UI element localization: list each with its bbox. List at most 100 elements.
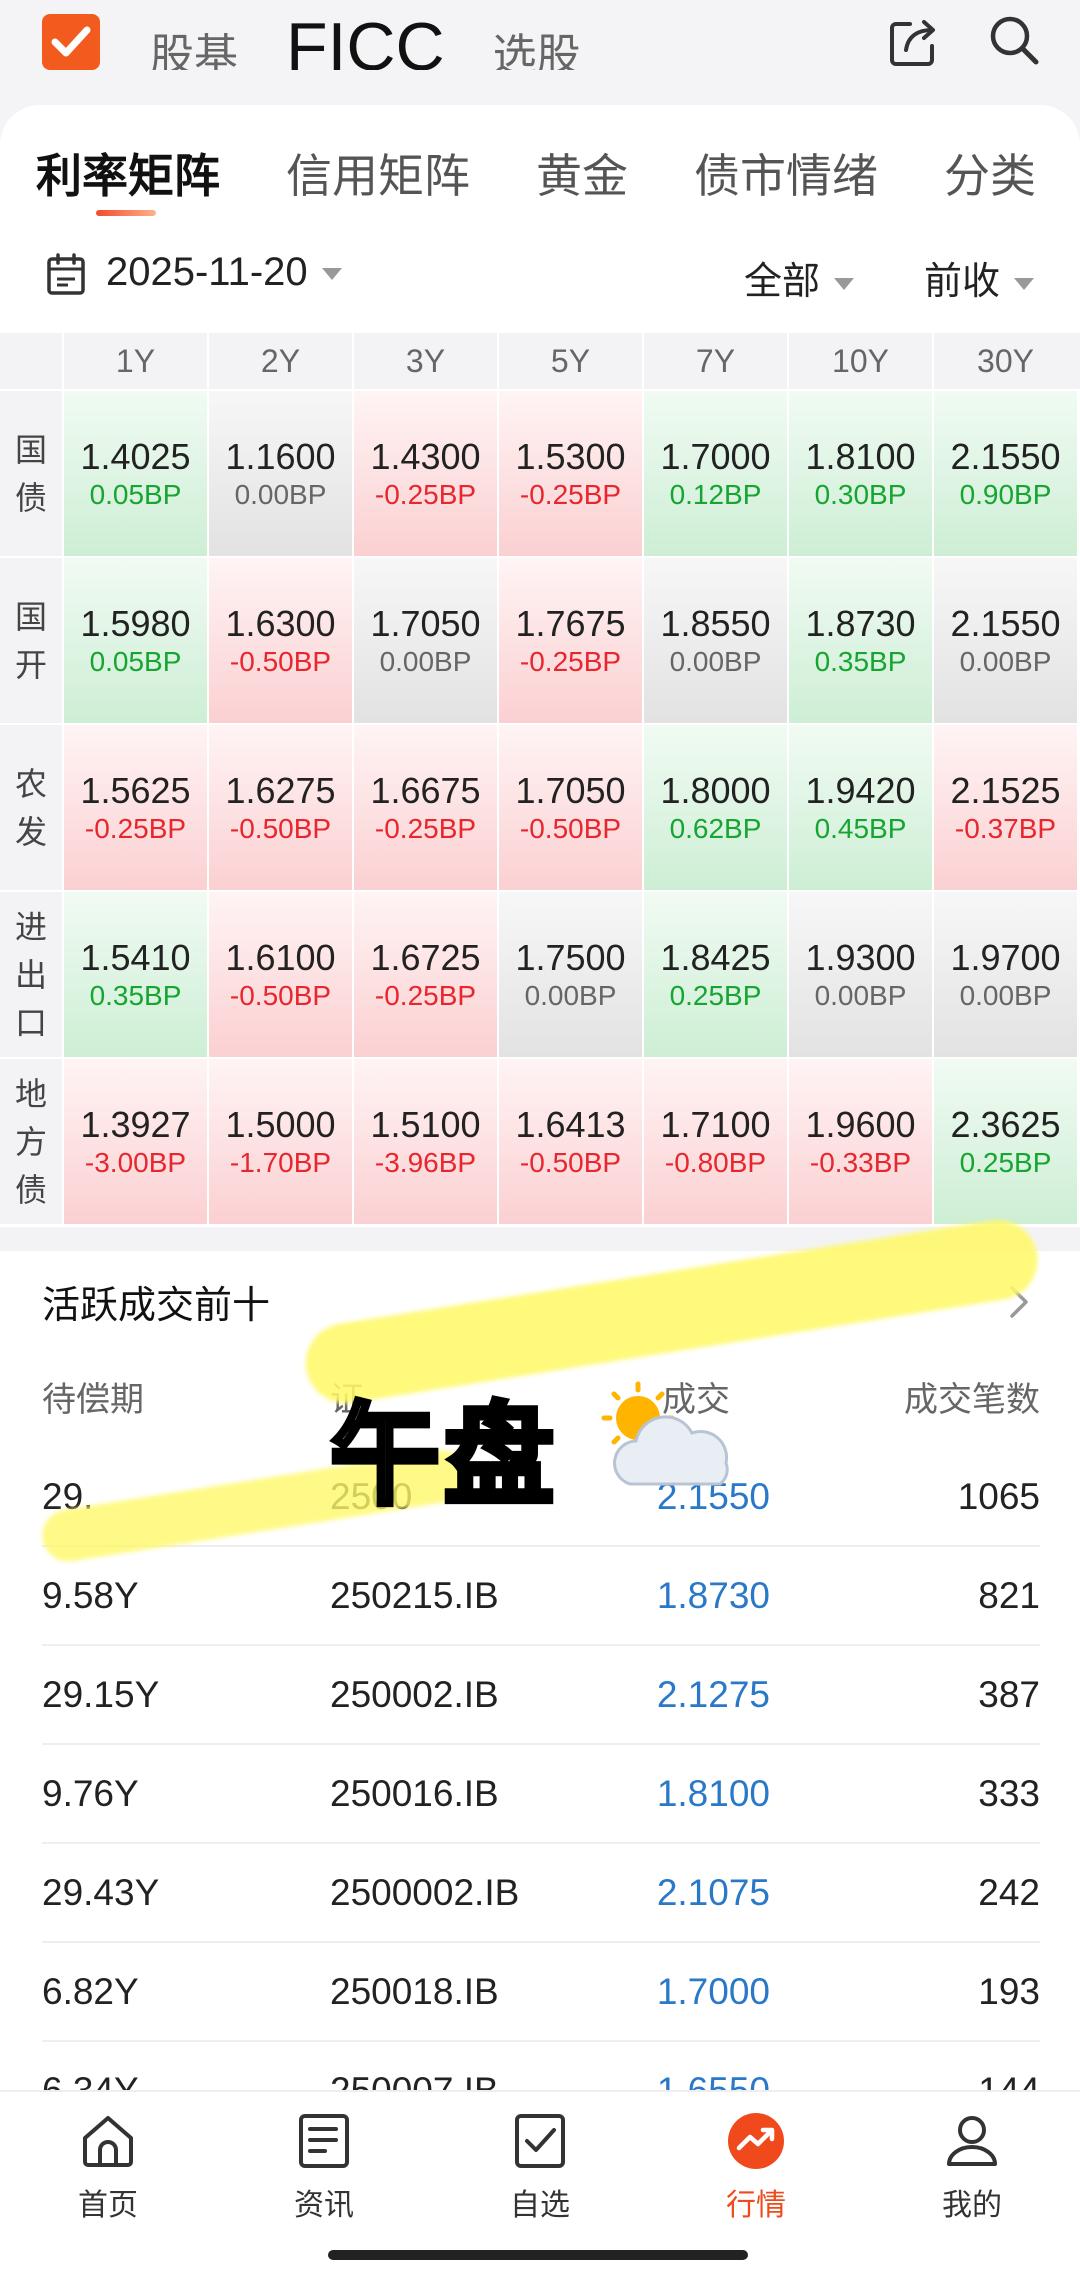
calendar-icon[interactable] — [46, 252, 86, 296]
matrix-cell[interactable]: 1.6275 -0.50BP — [207, 725, 352, 890]
nav-label: 资讯 — [294, 2188, 354, 2223]
matrix-cell[interactable]: 1.9700 0.00BP — [932, 892, 1077, 1057]
cell-change: 0.00BP — [669, 645, 762, 677]
matrix-cell[interactable]: 1.8425 0.25BP — [642, 892, 787, 1057]
trade-count: 821 — [978, 1575, 1040, 1616]
matrix-header: 1Y 2Y 3Y 5Y 7Y 10Y 30Y — [0, 333, 1080, 389]
trade-yield: 1.8100 — [656, 1773, 770, 1814]
nav-news[interactable]: 资讯 — [264, 2110, 384, 2224]
matrix-cell[interactable]: 1.3927 -3.00BP — [62, 1059, 207, 1224]
matrix-cell[interactable]: 1.8000 0.62BP — [642, 725, 787, 890]
nav-home[interactable]: 首页 — [48, 2110, 168, 2224]
overlay-label: 午盘 — [328, 1390, 558, 1523]
trade-count: 1065 — [957, 1476, 1040, 1517]
cell-yield: 1.4300 — [370, 435, 481, 477]
cell-yield: 1.6413 — [515, 1103, 626, 1145]
share-icon[interactable] — [886, 14, 942, 70]
row-label-char: 进 — [14, 907, 47, 946]
matrix-cell[interactable]: 1.9600 -0.33BP — [787, 1059, 932, 1224]
nav-label: 首页 — [78, 2188, 138, 2223]
matrix-cell[interactable]: 1.4025 0.05BP — [62, 391, 207, 556]
matrix-cell[interactable]: 1.7675 -0.25BP — [497, 558, 642, 723]
trade-yield: 1.8730 — [656, 1575, 770, 1616]
trade-count: 333 — [978, 1773, 1040, 1814]
matrix-cell[interactable]: 1.6300 -0.50BP — [207, 558, 352, 723]
tab-bond-sentiment[interactable]: 债市情绪 — [694, 140, 878, 206]
nav-market[interactable]: 行情 — [696, 2110, 816, 2224]
date-selector[interactable]: 2025-11-20 — [106, 250, 342, 295]
matrix-row: 农发 1.5625 -0.25BP 1.6275 -0.50BP 1.6675 -0.25B… — [0, 723, 1080, 890]
cell-yield: 1.4025 — [80, 435, 191, 477]
nav-profile[interactable]: 我的 — [912, 2110, 1032, 2224]
matrix-cell[interactable]: 1.7050 0.00BP — [352, 558, 497, 723]
nav-label: 我的 — [942, 2188, 1002, 2223]
cell-yield: 1.6725 — [370, 936, 481, 978]
active-trades-title[interactable]: 活跃成交前十 — [42, 1274, 270, 1329]
cell-yield: 1.5000 — [225, 1103, 336, 1145]
matrix-cell[interactable]: 1.6413 -0.50BP — [497, 1059, 642, 1224]
cell-change: -0.33BP — [809, 1146, 912, 1178]
matrix-cell[interactable]: 1.7000 0.12BP — [642, 391, 787, 556]
matrix-row: 国开 1.5980 0.05BP 1.6300 -0.50BP 1.7050 0.00BP 1… — [0, 556, 1080, 723]
tab-credit-matrix[interactable]: 信用矩阵 — [286, 140, 470, 206]
matrix-cell[interactable]: 1.9420 0.45BP — [787, 725, 932, 890]
bottom-nav: 首页 资讯 自选 行情 我的 — [0, 2090, 1080, 2276]
cell-change: 0.35BP — [89, 979, 182, 1011]
matrix-cell[interactable]: 1.7100 -0.80BP — [642, 1059, 787, 1224]
scope-dropdown[interactable]: 全部 — [744, 250, 855, 305]
tab-gold[interactable]: 黄金 — [536, 140, 628, 206]
matrix-row: 国债 1.4025 0.05BP 1.1600 0.00BP 1.4300 -0.25BP 1… — [0, 389, 1080, 556]
trade-yield: 2.1275 — [656, 1674, 770, 1715]
matrix-cell[interactable]: 1.8550 0.00BP — [642, 558, 787, 723]
search-icon[interactable] — [986, 12, 1042, 68]
matrix-cell[interactable]: 1.6675 -0.25BP — [352, 725, 497, 890]
matrix-column-header: 7Y — [642, 333, 787, 389]
cell-change: -0.50BP — [229, 645, 332, 677]
matrix-cell[interactable]: 1.8730 0.35BP — [787, 558, 932, 723]
tab-rate-matrix[interactable]: 利率矩阵 — [36, 140, 220, 206]
watchlist-icon — [515, 2114, 565, 2168]
matrix-cell[interactable]: 1.5980 0.05BP — [62, 558, 207, 723]
matrix-cell[interactable]: 2.1525 -0.37BP — [932, 725, 1077, 890]
matrix-cell[interactable]: 1.5625 -0.25BP — [62, 725, 207, 890]
cell-change: 0.00BP — [379, 645, 472, 677]
matrix-cell[interactable]: 1.5000 -1.70BP — [207, 1059, 352, 1224]
matrix-cell[interactable]: 1.4300 -0.25BP — [352, 391, 497, 556]
tab-category[interactable]: 分类 — [944, 140, 1036, 206]
cell-yield: 1.5625 — [80, 769, 191, 811]
row-label-char: 国 — [14, 597, 47, 636]
matrix-cell[interactable]: 2.3625 0.25BP — [932, 1059, 1077, 1224]
trade-code: 250016.IB — [330, 1773, 499, 1814]
matrix-cell[interactable]: 1.5100 -3.96BP — [352, 1059, 497, 1224]
matrix-cell[interactable]: 1.6725 -0.25BP — [352, 892, 497, 1057]
cell-yield: 1.5980 — [80, 602, 191, 644]
matrix-cell[interactable]: 2.1550 0.00BP — [932, 558, 1077, 723]
trade-code: 250018.IB — [330, 1971, 499, 2012]
trade-row[interactable]: 29.15Y 250002.IB 2.1275 387 — [42, 1646, 1040, 1745]
matrix-cell[interactable]: 1.5410 0.35BP — [62, 892, 207, 1057]
matrix-cell[interactable]: 1.9300 0.00BP — [787, 892, 932, 1057]
trade-row[interactable]: 9.76Y 250016.IB 1.8100 333 — [42, 1745, 1040, 1844]
app-logo-icon[interactable] — [42, 14, 100, 70]
market-icon — [728, 2113, 784, 2169]
matrix-column-header: 3Y — [352, 333, 497, 389]
nav-watchlist[interactable]: 自选 — [480, 2110, 600, 2224]
trade-row[interactable]: 6.82Y 250018.IB 1.7000 193 — [42, 1943, 1040, 2042]
trade-code: 2500002.IB — [330, 1872, 520, 1913]
basis-dropdown[interactable]: 前收 — [924, 250, 1035, 305]
cell-yield: 2.1550 — [950, 435, 1061, 477]
matrix-cell[interactable]: 2.1550 0.90BP — [932, 391, 1077, 556]
matrix-cell[interactable]: 1.6100 -0.50BP — [207, 892, 352, 1057]
matrix-cell[interactable]: 1.1600 0.00BP — [207, 391, 352, 556]
cell-change: 0.90BP — [959, 478, 1052, 510]
matrix-row-label: 农发 — [0, 725, 62, 890]
matrix-cell[interactable]: 1.7500 0.00BP — [497, 892, 642, 1057]
matrix-cell[interactable]: 1.7050 -0.50BP — [497, 725, 642, 890]
cell-change: -0.25BP — [374, 979, 477, 1011]
trade-row[interactable]: 29.43Y 2500002.IB 2.1075 242 — [42, 1844, 1040, 1943]
cell-change: 0.25BP — [669, 979, 762, 1011]
nav-label: 行情 — [726, 2188, 786, 2223]
trade-row[interactable]: 9.58Y 250215.IB 1.8730 821 — [42, 1547, 1040, 1646]
matrix-cell[interactable]: 1.5300 -0.25BP — [497, 391, 642, 556]
matrix-cell[interactable]: 1.8100 0.30BP — [787, 391, 932, 556]
